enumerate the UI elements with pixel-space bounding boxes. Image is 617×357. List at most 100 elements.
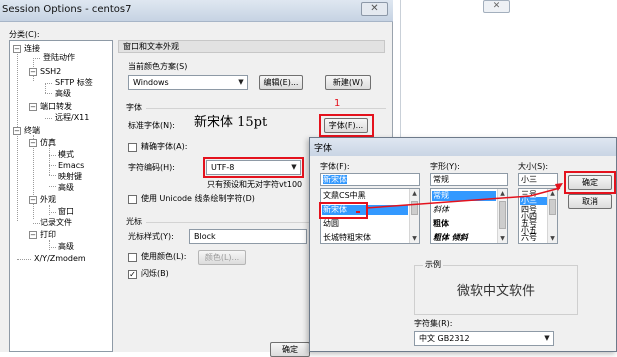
category-tree[interactable]: − 连接 登陆动作 − SSH2 SFTP 标签 高级 − 端口转发 远程/X1… — [9, 40, 113, 352]
cursor-style-select[interactable]: Block — [189, 229, 307, 244]
list-item[interactable]: 粗体 倾斜 — [432, 233, 468, 243]
tree-line — [45, 118, 52, 119]
style-label: 字形(Y): — [430, 162, 460, 171]
category-label: 分类(C): — [9, 30, 40, 39]
list-item[interactable]: 小三 — [520, 197, 548, 205]
dialog-cancel-button[interactable]: 取消 — [568, 194, 612, 209]
tree-item-login-actions[interactable]: 登陆动作 — [43, 53, 75, 63]
font-style-input[interactable]: 常规 — [430, 173, 508, 186]
annotation-number: 1 — [334, 98, 341, 109]
blink-checkbox[interactable]: ✓ — [128, 270, 137, 279]
font-name-input[interactable]: 新宋体 — [320, 173, 420, 186]
scroll-up-icon[interactable]: ▲ — [410, 189, 419, 198]
sample-group: 示例 微软中文软件 — [414, 260, 578, 315]
scroll-up-icon[interactable]: ▲ — [548, 189, 557, 198]
tree-item-mapped-keys[interactable]: 映射键 — [58, 172, 82, 182]
tree-item-appearance[interactable]: 外观 — [40, 195, 56, 205]
tree-line — [49, 212, 56, 213]
tree-item-ssh2[interactable]: SSH2 — [40, 67, 61, 77]
tree-item-modes[interactable]: 模式 — [58, 150, 74, 160]
collapse-toggle-icon[interactable]: − — [29, 196, 37, 204]
unicode-line-checkbox[interactable] — [128, 195, 137, 204]
list-item[interactable]: 长城特粗宋体 — [322, 233, 371, 243]
font-style-list[interactable]: 常规 斜体 粗体 粗体 倾斜 ▲ ▼ — [430, 188, 508, 244]
new-button[interactable]: 新建(W) — [325, 75, 371, 90]
sample-text: 微软中文软件 — [456, 284, 535, 299]
scroll-down-icon[interactable]: ▼ — [548, 234, 557, 243]
tree-line — [17, 259, 31, 260]
tree-item-connection[interactable]: 连接 — [24, 44, 40, 54]
tree-line — [49, 186, 56, 187]
charset-select[interactable]: 中文 GB2312 ▼ — [414, 331, 554, 346]
size-label: 大小(S): — [518, 162, 549, 171]
tree-item-print[interactable]: 打印 — [40, 230, 56, 240]
tree-line — [49, 165, 56, 166]
tree-item-ssh2-advanced[interactable]: 高级 — [55, 89, 71, 99]
dropdown-arrow-icon: ▼ — [238, 78, 244, 86]
tree-line — [49, 240, 50, 250]
scroll-thumb[interactable] — [411, 201, 418, 215]
tree-item-port-forwarding[interactable]: 端口转发 — [40, 102, 72, 112]
font-size-list[interactable]: 三号 小三 四号 小四 五号 小五 六号 ▲ ▼ — [518, 188, 558, 244]
tree-item-remote-x11[interactable]: 远程/X11 — [55, 113, 89, 123]
collapse-toggle-icon[interactable]: − — [29, 103, 37, 111]
scroll-up-icon[interactable]: ▲ — [498, 189, 507, 198]
scrollbar[interactable]: ▲ ▼ — [497, 189, 507, 243]
edit-button[interactable]: 编辑(E)... — [259, 75, 303, 90]
scroll-thumb[interactable] — [549, 199, 556, 215]
section-title: 窗口和文本外观 — [118, 40, 385, 53]
window-title: Session Options - centos7 — [2, 4, 132, 15]
font-dialog: 字体 字体(F): 新宋体 文鼎CS中黑 新宋体 幼圆 长城特粗宋体 ▲ ▼ 字… — [309, 137, 617, 352]
collapse-toggle-icon[interactable]: − — [29, 68, 37, 76]
collapse-toggle-icon[interactable]: − — [29, 231, 37, 239]
list-item[interactable]: 粗体 — [432, 219, 449, 229]
title-bar: Session Options - centos7 ✕ — [0, 0, 393, 22]
normal-font-value: 新宋体 15pt — [194, 115, 268, 130]
annotation-highlight — [319, 202, 368, 219]
tree-item-window[interactable]: 窗口 — [58, 207, 74, 217]
tree-line — [49, 145, 50, 175]
tree-item-xyzmodem[interactable]: X/Y/Zmodem — [34, 254, 86, 264]
list-item[interactable]: 六号 — [520, 234, 537, 242]
dropdown-arrow-icon: ▼ — [544, 334, 550, 342]
dialog-title: 字体 — [314, 144, 333, 154]
tree-line — [33, 135, 34, 219]
scrollbar[interactable]: ▲ ▼ — [409, 189, 419, 243]
normal-font-label: 标准字体(N): — [128, 121, 175, 130]
scroll-down-icon[interactable]: ▼ — [498, 234, 507, 243]
list-item[interactable]: 常规 — [432, 191, 496, 201]
font-size-input[interactable]: 小三 — [518, 173, 558, 186]
list-item[interactable]: 斜体 — [432, 205, 449, 215]
close-icon[interactable]: ✕ — [483, 0, 510, 13]
ok-button[interactable]: 确定 — [270, 342, 310, 357]
tree-item-print-advanced[interactable]: 高级 — [58, 242, 74, 252]
charset-label: 字符集(R): — [414, 319, 453, 328]
cursor-style-value: Block — [194, 232, 216, 241]
blink-label: 闪烁(B) — [141, 269, 169, 278]
tree-item-sftp-tab[interactable]: SFTP 标签 — [55, 78, 93, 88]
annotation-highlight — [319, 114, 374, 137]
list-item[interactable]: 文鼎CS中黑 — [322, 191, 366, 201]
color-button[interactable]: 颜色(L)... — [198, 250, 246, 265]
scroll-down-icon[interactable]: ▼ — [410, 234, 419, 243]
tree-item-emulation[interactable]: 仿真 — [40, 138, 56, 148]
scroll-thumb[interactable] — [499, 201, 506, 229]
use-color-checkbox[interactable] — [128, 253, 137, 262]
tree-line — [33, 58, 40, 59]
cursor-style-label: 光标样式(Y): — [128, 232, 174, 241]
scrollbar[interactable]: ▲ ▼ — [547, 189, 557, 243]
tree-item-log-file[interactable]: 记录文件 — [40, 218, 72, 228]
color-scheme-select[interactable]: Windows ▼ — [128, 75, 248, 90]
tree-item-emacs[interactable]: Emacs — [58, 161, 84, 171]
collapse-toggle-icon[interactable]: − — [13, 45, 21, 53]
color-scheme-label: 当前颜色方案(S) — [128, 62, 188, 71]
close-icon[interactable]: ✕ — [361, 2, 388, 16]
exact-font-checkbox[interactable] — [128, 143, 137, 152]
exact-font-label: 精确字体(A): — [141, 142, 188, 151]
collapse-toggle-icon[interactable]: − — [29, 139, 37, 147]
collapse-toggle-icon[interactable]: − — [13, 127, 21, 135]
list-item[interactable]: 幼圆 — [322, 219, 339, 229]
tree-item-terminal[interactable]: 终端 — [24, 126, 40, 136]
tree-item-emulation-advanced[interactable]: 高级 — [58, 183, 74, 193]
annotation-highlight — [203, 157, 304, 178]
